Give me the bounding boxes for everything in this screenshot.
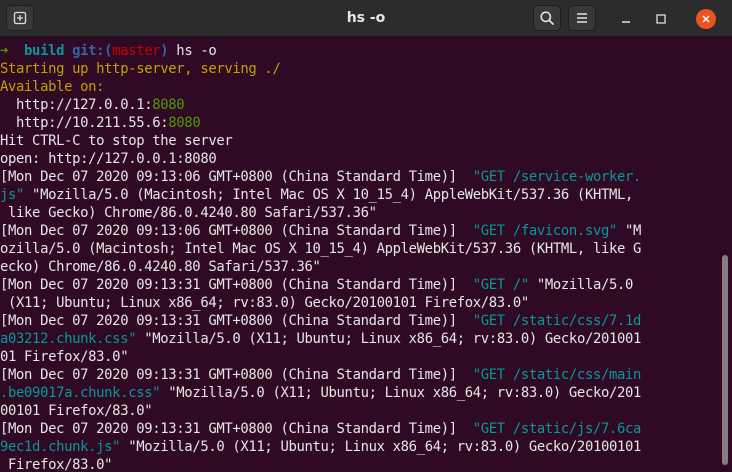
terminal-line: [Mon Dec 07 2020 09:13:06 GMT+0800 (Chin… (0, 222, 641, 240)
terminal-output[interactable]: ➜ build git:(master) hs -o Starting up ht… (0, 37, 722, 472)
terminal-text: "Mozilla/5.0 (X11; Ubuntu; Linux x86_64;… (160, 385, 642, 401)
terminal-text: 01 Firefox/83.0" (0, 349, 129, 365)
terminal-text: Firefox/83.0" (0, 457, 113, 472)
terminal-text: [Mon Dec 07 2020 09:13:06 GMT+0800 (Chin… (0, 169, 473, 185)
terminal-line: [Mon Dec 07 2020 09:13:31 GMT+0800 (Chin… (0, 276, 633, 294)
terminal-text: .be09017a.chunk.css" (0, 385, 161, 401)
terminal-line: Hit CTRL-C to stop the server (0, 132, 233, 150)
terminal-text: like Gecko) Chrome/86.0.4240.80 Safari/5… (0, 205, 377, 221)
terminal-text: [Mon Dec 07 2020 09:13:06 GMT+0800 (Chin… (0, 223, 473, 239)
terminal-text: [Mon Dec 07 2020 09:13:31 GMT+0800 (Chin… (0, 277, 473, 293)
terminal-line: Available on: (0, 78, 105, 96)
minimize-icon (622, 20, 630, 23)
terminal-text: 8080 (168, 115, 201, 131)
terminal-text: "GET /static/css/main (472, 367, 642, 383)
terminal-text: "GET /static/css/7.1d (472, 313, 642, 329)
terminal-text: [Mon Dec 07 2020 09:13:31 GMT+0800 (Chin… (0, 421, 473, 437)
header-bar: hs -o (0, 0, 732, 37)
terminal-text: "Mozilla/5.0 (X11; Ubuntu; Linux x86_64;… (136, 331, 642, 347)
maximize-button[interactable] (649, 0, 673, 37)
terminal-line: http://10.211.55.6:8080 (0, 114, 201, 132)
terminal-text: a03212.chunk.css" (0, 331, 137, 347)
menu-button[interactable] (568, 5, 596, 31)
terminal-line: ➜ build git:(master) hs -o (0, 42, 217, 60)
terminal-line: .be09017a.chunk.css" "Mozilla/5.0 (X11; … (0, 384, 641, 402)
terminal-line: js" "Mozilla/5.0 (Macintosh; Intel Mac O… (0, 186, 633, 204)
terminal-line: Starting up http-server, serving ./ (0, 60, 281, 78)
close-button-circle[interactable] (696, 8, 716, 29)
terminal-text: "M (617, 223, 642, 239)
terminal-line: [Mon Dec 07 2020 09:13:31 GMT+0800 (Chin… (0, 420, 641, 438)
terminal-text: Available on: (0, 79, 105, 95)
terminal-text: hs -o (168, 43, 217, 59)
terminal-text: build (24, 43, 73, 59)
new-tab-button[interactable] (6, 5, 34, 31)
terminal-line: ozilla/5.0 (Macintosh; Intel Mac OS X 10… (0, 240, 641, 258)
new-tab-icon (13, 11, 27, 25)
maximize-icon (656, 13, 666, 24)
terminal-window: hs -o ➜ build git:(master) hs -o Startin… (0, 0, 732, 472)
terminal-text: js" (0, 187, 25, 203)
close-button[interactable] (694, 0, 718, 37)
terminal-line: open: http://127.0.0.1:8080 (0, 150, 217, 168)
terminal-line: (X11; Ubuntu; Linux x86_64; rv:83.0) Gec… (0, 294, 529, 312)
terminal-text: "Mozilla/5.0 (X11; Ubuntu; Linux x86_64;… (120, 439, 642, 455)
terminal-line: a03212.chunk.css" "Mozilla/5.0 (X11; Ubu… (0, 330, 641, 348)
terminal-text: http://10.211.55.6: (0, 115, 169, 131)
terminal-line: ecko) Chrome/86.0.4240.80 Safari/537.36" (0, 258, 321, 276)
terminal-line: [Mon Dec 07 2020 09:13:06 GMT+0800 (Chin… (0, 168, 641, 186)
terminal-text: 9ec1d.chunk.js" (0, 439, 121, 455)
terminal-text: [Mon Dec 07 2020 09:13:31 GMT+0800 (Chin… (0, 367, 473, 383)
terminal-scrollbar[interactable] (722, 255, 728, 465)
close-icon (702, 14, 710, 23)
terminal-text: Hit CTRL-C to stop the server (0, 133, 233, 149)
terminal-line: 9ec1d.chunk.js" "Mozilla/5.0 (X11; Ubunt… (0, 438, 641, 456)
terminal-text: "GET /static/js/7.6ca (472, 421, 642, 437)
terminal-line: [Mon Dec 07 2020 09:13:31 GMT+0800 (Chin… (0, 312, 641, 330)
terminal-line: 00101 Firefox/83.0" (0, 402, 153, 420)
hamburger-menu-icon (577, 13, 587, 23)
terminal-text: 8080 (152, 97, 185, 113)
terminal-text: "GET /favicon.svg" (472, 223, 618, 239)
terminal-line: [Mon Dec 07 2020 09:13:31 GMT+0800 (Chin… (0, 366, 641, 384)
terminal-text: 00101 Firefox/83.0" (0, 403, 153, 419)
terminal-text: "Mozilla/5.0 (Macintosh; Intel Mac OS X … (24, 187, 634, 203)
minimize-button[interactable] (614, 0, 638, 37)
terminal-text: http://127.0.0.1: (0, 97, 153, 113)
terminal-text: master (112, 43, 161, 59)
terminal-text: Starting up http-server, serving ./ (0, 61, 281, 77)
terminal-text: open: http://127.0.0.1:8080 (0, 151, 217, 167)
search-button[interactable] (533, 5, 561, 31)
terminal-text: "GET /service-worker. (472, 169, 642, 185)
terminal-text: (X11; Ubuntu; Linux x86_64; rv:83.0) Gec… (0, 295, 529, 311)
search-icon (540, 11, 554, 25)
terminal-line: like Gecko) Chrome/86.0.4240.80 Safari/5… (0, 204, 377, 222)
terminal-text: ➜ (0, 43, 25, 59)
terminal-line: 01 Firefox/83.0" (0, 348, 129, 366)
terminal-text: "GET /" (472, 277, 529, 293)
terminal-line: http://127.0.0.1:8080 (0, 96, 185, 114)
terminal-text: ecko) Chrome/86.0.4240.80 Safari/537.36" (0, 259, 321, 275)
terminal-text: ozilla/5.0 (Macintosh; Intel Mac OS X 10… (0, 241, 642, 257)
terminal-text: [Mon Dec 07 2020 09:13:31 GMT+0800 (Chin… (0, 313, 473, 329)
terminal-line: Firefox/83.0" (0, 456, 113, 472)
terminal-text: "Mozilla/5.0 (528, 277, 634, 293)
terminal-text: git:( (72, 43, 113, 59)
